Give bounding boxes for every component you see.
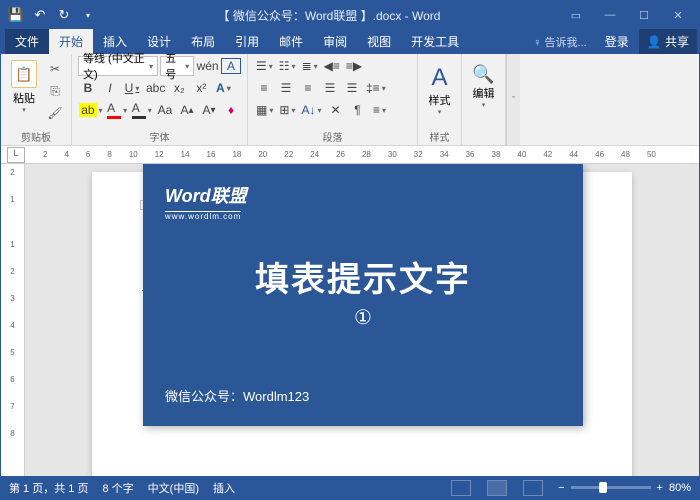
collapse-ribbon-icon[interactable]: ˇ: [506, 54, 520, 145]
find-icon[interactable]: 🔍: [468, 64, 499, 85]
zoom-slider[interactable]: [571, 486, 651, 489]
view-web-icon[interactable]: [523, 480, 543, 496]
italic-button[interactable]: I: [100, 78, 120, 98]
justify-button[interactable]: ☰: [320, 78, 340, 98]
cut-icon[interactable]: ✂: [45, 60, 65, 78]
tab-layout[interactable]: 布局: [181, 29, 225, 54]
zoom-level[interactable]: 80%: [669, 482, 691, 494]
align-left-button[interactable]: ≡: [254, 78, 274, 98]
ribbon: 📋 粘贴 ▾ ✂ ⎘ 🖌 剪贴板 等线 (中文正文) 五号 wén A B I …: [1, 54, 699, 146]
clipboard-group: 📋 粘贴 ▾ ✂ ⎘ 🖌 剪贴板: [1, 54, 72, 145]
subscript-button[interactable]: x₂: [169, 78, 189, 98]
title-bar: 💾 ↶ ↻ ▾ 【 微信公众号：Word联盟 】.docx - Word ▭ —…: [1, 1, 699, 29]
sign-in[interactable]: 登录: [595, 33, 639, 50]
font-group: 等线 (中文正文) 五号 wén A B I U abc x₂ x² A ab …: [72, 54, 248, 145]
qat-more-icon[interactable]: ▾: [77, 4, 99, 26]
phonetic-guide-icon[interactable]: wén: [196, 56, 219, 76]
distributed-button[interactable]: ☰: [342, 78, 362, 98]
maximize-icon[interactable]: ☐: [627, 1, 661, 29]
align-right-button[interactable]: ≡: [298, 78, 318, 98]
logo-text: WordWord联盟联盟: [165, 182, 561, 208]
clipboard-icon: 📋: [11, 60, 37, 88]
styles-icon[interactable]: A: [424, 64, 455, 92]
increase-indent-button[interactable]: ≡▶: [344, 56, 364, 76]
share-button[interactable]: 👤 共享: [639, 29, 697, 54]
asian-layout-button[interactable]: ✕: [325, 100, 345, 120]
language[interactable]: 中文(中国): [148, 480, 199, 496]
minimize-icon[interactable]: —: [593, 1, 627, 29]
line-spacing-button[interactable]: ‡≡: [364, 78, 388, 98]
multilevel-button[interactable]: ≣: [300, 56, 320, 76]
document-area[interactable]: 日期 WordWord联盟联盟 www.wordlm.com 填表提示文字 ① …: [25, 164, 699, 476]
redo-icon[interactable]: ↻: [53, 4, 75, 26]
sort-button[interactable]: A↓: [299, 100, 323, 120]
logo-url: www.wordlm.com: [165, 211, 241, 221]
ribbon-options-icon[interactable]: ▭: [559, 1, 593, 29]
para-more-button[interactable]: ≡: [369, 100, 389, 120]
page-count[interactable]: 第 1 页，共 1 页: [9, 480, 88, 496]
strikethrough-button[interactable]: abc: [144, 78, 167, 98]
overlay-number: ①: [165, 305, 561, 330]
word-count[interactable]: 8 个字: [102, 480, 133, 496]
grow-font-button[interactable]: A▴: [177, 100, 197, 120]
status-bar: 第 1 页，共 1 页 8 个字 中文(中国) 插入 − + 80%: [1, 476, 699, 499]
paragraph-group: ☰ ☷ ≣ ◀≡ ≡▶ ≡ ☰ ≡ ☰ ☰ ‡≡ ▦ ⊞ A↓ ✕ ¶ ≡ 段落: [248, 54, 418, 145]
clear-formatting-icon[interactable]: ♦: [221, 100, 241, 120]
font-color-button[interactable]: A: [106, 100, 129, 120]
splash-overlay: WordWord联盟联盟 www.wordlm.com 填表提示文字 ① 微信公…: [143, 164, 583, 426]
align-center-button[interactable]: ☰: [276, 78, 296, 98]
show-marks-button[interactable]: ¶: [347, 100, 367, 120]
tab-references[interactable]: 引用: [225, 29, 269, 54]
superscript-button[interactable]: x²: [191, 78, 211, 98]
change-case-button[interactable]: Aa: [155, 100, 175, 120]
view-print-icon[interactable]: [487, 480, 507, 496]
text-effects-icon[interactable]: A: [213, 78, 233, 98]
copy-icon[interactable]: ⎘: [45, 82, 65, 100]
zoom-in-icon[interactable]: +: [657, 482, 663, 494]
quick-access-toolbar: 💾 ↶ ↻ ▾: [5, 4, 99, 26]
vertical-ruler[interactable]: 2112345678: [1, 164, 25, 476]
window-title: 【 微信公众号：Word联盟 】.docx - Word: [99, 7, 559, 24]
tell-me[interactable]: ♀ 告诉我...: [525, 34, 594, 50]
zoom-out-icon[interactable]: −: [558, 482, 564, 494]
window-controls: ▭ — ☐ ✕: [559, 1, 695, 29]
close-icon[interactable]: ✕: [661, 1, 695, 29]
font-name-combo[interactable]: 等线 (中文正文): [78, 56, 158, 76]
undo-icon[interactable]: ↶: [29, 4, 51, 26]
paste-button[interactable]: 📋 粘贴 ▾: [7, 56, 41, 122]
shrink-font-button[interactable]: A▾: [199, 100, 219, 120]
editing-group: 🔍 编辑 ▾: [462, 54, 506, 145]
font-size-combo[interactable]: 五号: [160, 56, 194, 76]
overlay-footer: 微信公众号：Wordlm123: [165, 386, 561, 405]
tab-developer[interactable]: 开发工具: [401, 29, 469, 54]
tab-view[interactable]: 视图: [357, 29, 401, 54]
bullets-button[interactable]: ☰: [254, 56, 275, 76]
view-read-icon[interactable]: [451, 480, 471, 496]
overlay-title: 填表提示文字: [165, 252, 561, 301]
char-shading-icon[interactable]: A: [130, 100, 153, 120]
tab-mailings[interactable]: 邮件: [269, 29, 313, 54]
char-border-icon[interactable]: A: [221, 58, 241, 74]
tab-review[interactable]: 审阅: [313, 29, 357, 54]
zoom-control: − + 80%: [558, 482, 691, 494]
save-icon[interactable]: 💾: [5, 4, 27, 26]
shading-button[interactable]: ▦: [254, 100, 275, 120]
bold-button[interactable]: B: [78, 78, 98, 98]
format-painter-icon[interactable]: 🖌: [45, 104, 65, 122]
underline-button[interactable]: U: [122, 78, 142, 98]
horizontal-ruler[interactable]: 2468101214161820222426283032343638404244…: [1, 146, 699, 164]
highlight-button[interactable]: ab: [78, 100, 104, 120]
workspace: 2112345678 日期 WordWord联盟联盟 www.wordlm.co…: [1, 164, 699, 476]
insert-mode[interactable]: 插入: [213, 480, 235, 496]
tab-file[interactable]: 文件: [5, 29, 49, 54]
styles-group: A 样式 ▾ 样式: [418, 54, 462, 145]
decrease-indent-button[interactable]: ◀≡: [322, 56, 342, 76]
numbering-button[interactable]: ☷: [277, 56, 298, 76]
borders-button[interactable]: ⊞: [277, 100, 297, 120]
